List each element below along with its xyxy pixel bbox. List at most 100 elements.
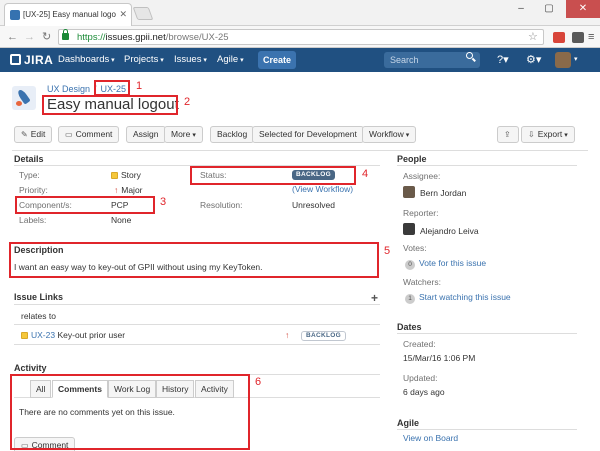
forward-arrow-icon[interactable]: →: [24, 30, 35, 44]
assignee-name[interactable]: Bern Jordan: [420, 188, 466, 198]
annotation-number-4: 4: [362, 168, 369, 180]
reporter-label: Reporter:: [403, 208, 439, 218]
export-button[interactable]: ⇩ Export: [521, 126, 575, 143]
annotation-number-3: 3: [160, 196, 167, 208]
new-tab-button[interactable]: [132, 7, 154, 20]
jira-logo-text: JIRA: [24, 53, 54, 67]
export-button-label: Export: [537, 129, 563, 139]
resolution-label: Resolution:: [200, 200, 243, 210]
type-value: Story: [111, 170, 141, 180]
priority-value-text: Major: [121, 185, 143, 195]
browser-menu-icon[interactable]: ≡: [588, 31, 594, 43]
votes-row: 0 Vote for this issue: [405, 258, 486, 270]
help-icon[interactable]: ?▾: [497, 53, 509, 66]
jira-header: JIRA Dashboards Projects Issues Agile Cr…: [0, 48, 600, 72]
linked-status-badge: BACKLOG: [301, 331, 346, 341]
annotation-number-1: 1: [136, 80, 143, 92]
chevron-down-icon[interactable]: ▾: [574, 55, 578, 63]
close-tab-icon[interactable]: ✕: [119, 9, 127, 20]
back-arrow-icon[interactable]: ←: [7, 30, 18, 44]
add-link-plus-icon[interactable]: +: [371, 291, 378, 305]
jira-favicon-icon: [10, 10, 20, 20]
annotation-number-5: 5: [384, 245, 391, 257]
gear-icon[interactable]: ⚙▾: [526, 53, 541, 66]
comment-button[interactable]: ▭ Comment: [58, 126, 120, 143]
annotation-box-6: [10, 374, 250, 450]
search-icon[interactable]: [466, 52, 473, 59]
extension-icon[interactable]: [553, 32, 565, 43]
url-scheme: https://: [77, 32, 106, 43]
annotation-number-6: 6: [255, 376, 262, 388]
share-icon: ⇪: [504, 130, 511, 139]
people-heading: People: [397, 154, 427, 164]
issue-links-divider: [14, 304, 380, 305]
address-bar[interactable]: https://issues.gpii.net/browse/UX-25: [58, 29, 544, 45]
assign-button[interactable]: Assign: [126, 126, 166, 143]
window-close-button[interactable]: ✕: [566, 0, 600, 18]
labels-label: Labels:: [19, 215, 47, 225]
dates-divider: [397, 333, 577, 334]
extension-icon[interactable]: [572, 32, 584, 43]
annotation-box-4: [190, 166, 356, 185]
vote-link[interactable]: Vote for this issue: [419, 258, 486, 268]
jira-logo[interactable]: JIRA: [10, 53, 53, 67]
backlog-button[interactable]: Backlog: [210, 126, 255, 143]
project-rocket-icon[interactable]: [12, 86, 36, 110]
linked-issue-key[interactable]: UX-23: [31, 330, 55, 340]
annotation-box-1: [94, 80, 130, 96]
window-maximize-button[interactable]: ▢: [536, 0, 562, 18]
breadcrumb-project[interactable]: UX Design: [47, 84, 90, 94]
resolution-value: Unresolved: [292, 200, 335, 210]
browser-tab[interactable]: [UX-25] Easy manual logo ✕: [4, 3, 132, 26]
view-on-board-link[interactable]: View on Board: [403, 433, 458, 443]
priority-major-icon: ↑: [114, 185, 119, 195]
dates-heading: Dates: [397, 322, 422, 332]
selected-for-development-button[interactable]: Selected for Development: [252, 126, 364, 143]
jira-logo-icon: [10, 54, 21, 65]
window-minimize-button[interactable]: –: [508, 0, 534, 18]
browser-tab-bar: [UX-25] Easy manual logo ✕ – ▢ ✕: [0, 0, 600, 26]
nav-agile[interactable]: Agile: [217, 54, 244, 65]
assignee-avatar: [403, 186, 415, 198]
updated-value: 6 days ago: [403, 387, 445, 397]
browser-toolbar: ← → ↻ https://issues.gpii.net/browse/UX-…: [0, 26, 600, 48]
agile-divider: [397, 429, 577, 430]
export-icon: ⇩: [528, 130, 535, 139]
priority-label: Priority:: [19, 185, 48, 195]
workflow-button[interactable]: Workflow: [362, 126, 417, 143]
reporter-name[interactable]: Alejandro Leiva: [420, 226, 479, 236]
linked-issue[interactable]: UX-23 Key-out prior user: [21, 330, 125, 340]
watch-link[interactable]: Start watching this issue: [419, 292, 511, 302]
more-button[interactable]: More: [164, 126, 203, 143]
watchers-label: Watchers:: [403, 277, 441, 287]
url-path: /browse/UX-25: [165, 32, 229, 43]
labels-value[interactable]: None: [111, 215, 131, 225]
url-host: issues.gpii.net: [105, 32, 166, 43]
nav-projects[interactable]: Projects: [124, 54, 164, 65]
created-label: Created:: [403, 339, 436, 349]
created-value: 15/Mar/16 1:06 PM: [403, 353, 476, 363]
nav-issues[interactable]: Issues: [174, 54, 207, 65]
user-avatar[interactable]: [555, 52, 571, 68]
comment-button-label: Comment: [75, 129, 113, 139]
view-workflow-link[interactable]: (View Workflow): [292, 184, 353, 194]
edit-button-label: Edit: [30, 129, 46, 139]
create-button[interactable]: Create: [258, 51, 296, 69]
issue-links-heading: Issue Links: [14, 292, 64, 302]
link-row-divider: [14, 324, 380, 325]
agile-heading: Agile: [397, 418, 420, 428]
edit-button[interactable]: ✎ Edit: [14, 126, 53, 143]
watchers-row: 1 Start watching this issue: [405, 292, 511, 304]
linked-issue-summary[interactable]: Key-out prior user: [57, 330, 125, 340]
story-icon: [111, 172, 118, 179]
share-button[interactable]: ⇪: [497, 126, 519, 143]
bookmark-star-icon[interactable]: ☆: [528, 30, 538, 43]
assignee-label: Assignee:: [403, 171, 441, 181]
story-icon: [21, 332, 28, 339]
reload-icon[interactable]: ↻: [42, 30, 51, 44]
type-label: Type:: [19, 170, 40, 180]
annotation-box-5: [9, 242, 379, 278]
reporter-avatar: [403, 223, 415, 235]
priority-value: ↑ Major: [114, 185, 143, 195]
nav-dashboards[interactable]: Dashboards: [58, 54, 115, 65]
